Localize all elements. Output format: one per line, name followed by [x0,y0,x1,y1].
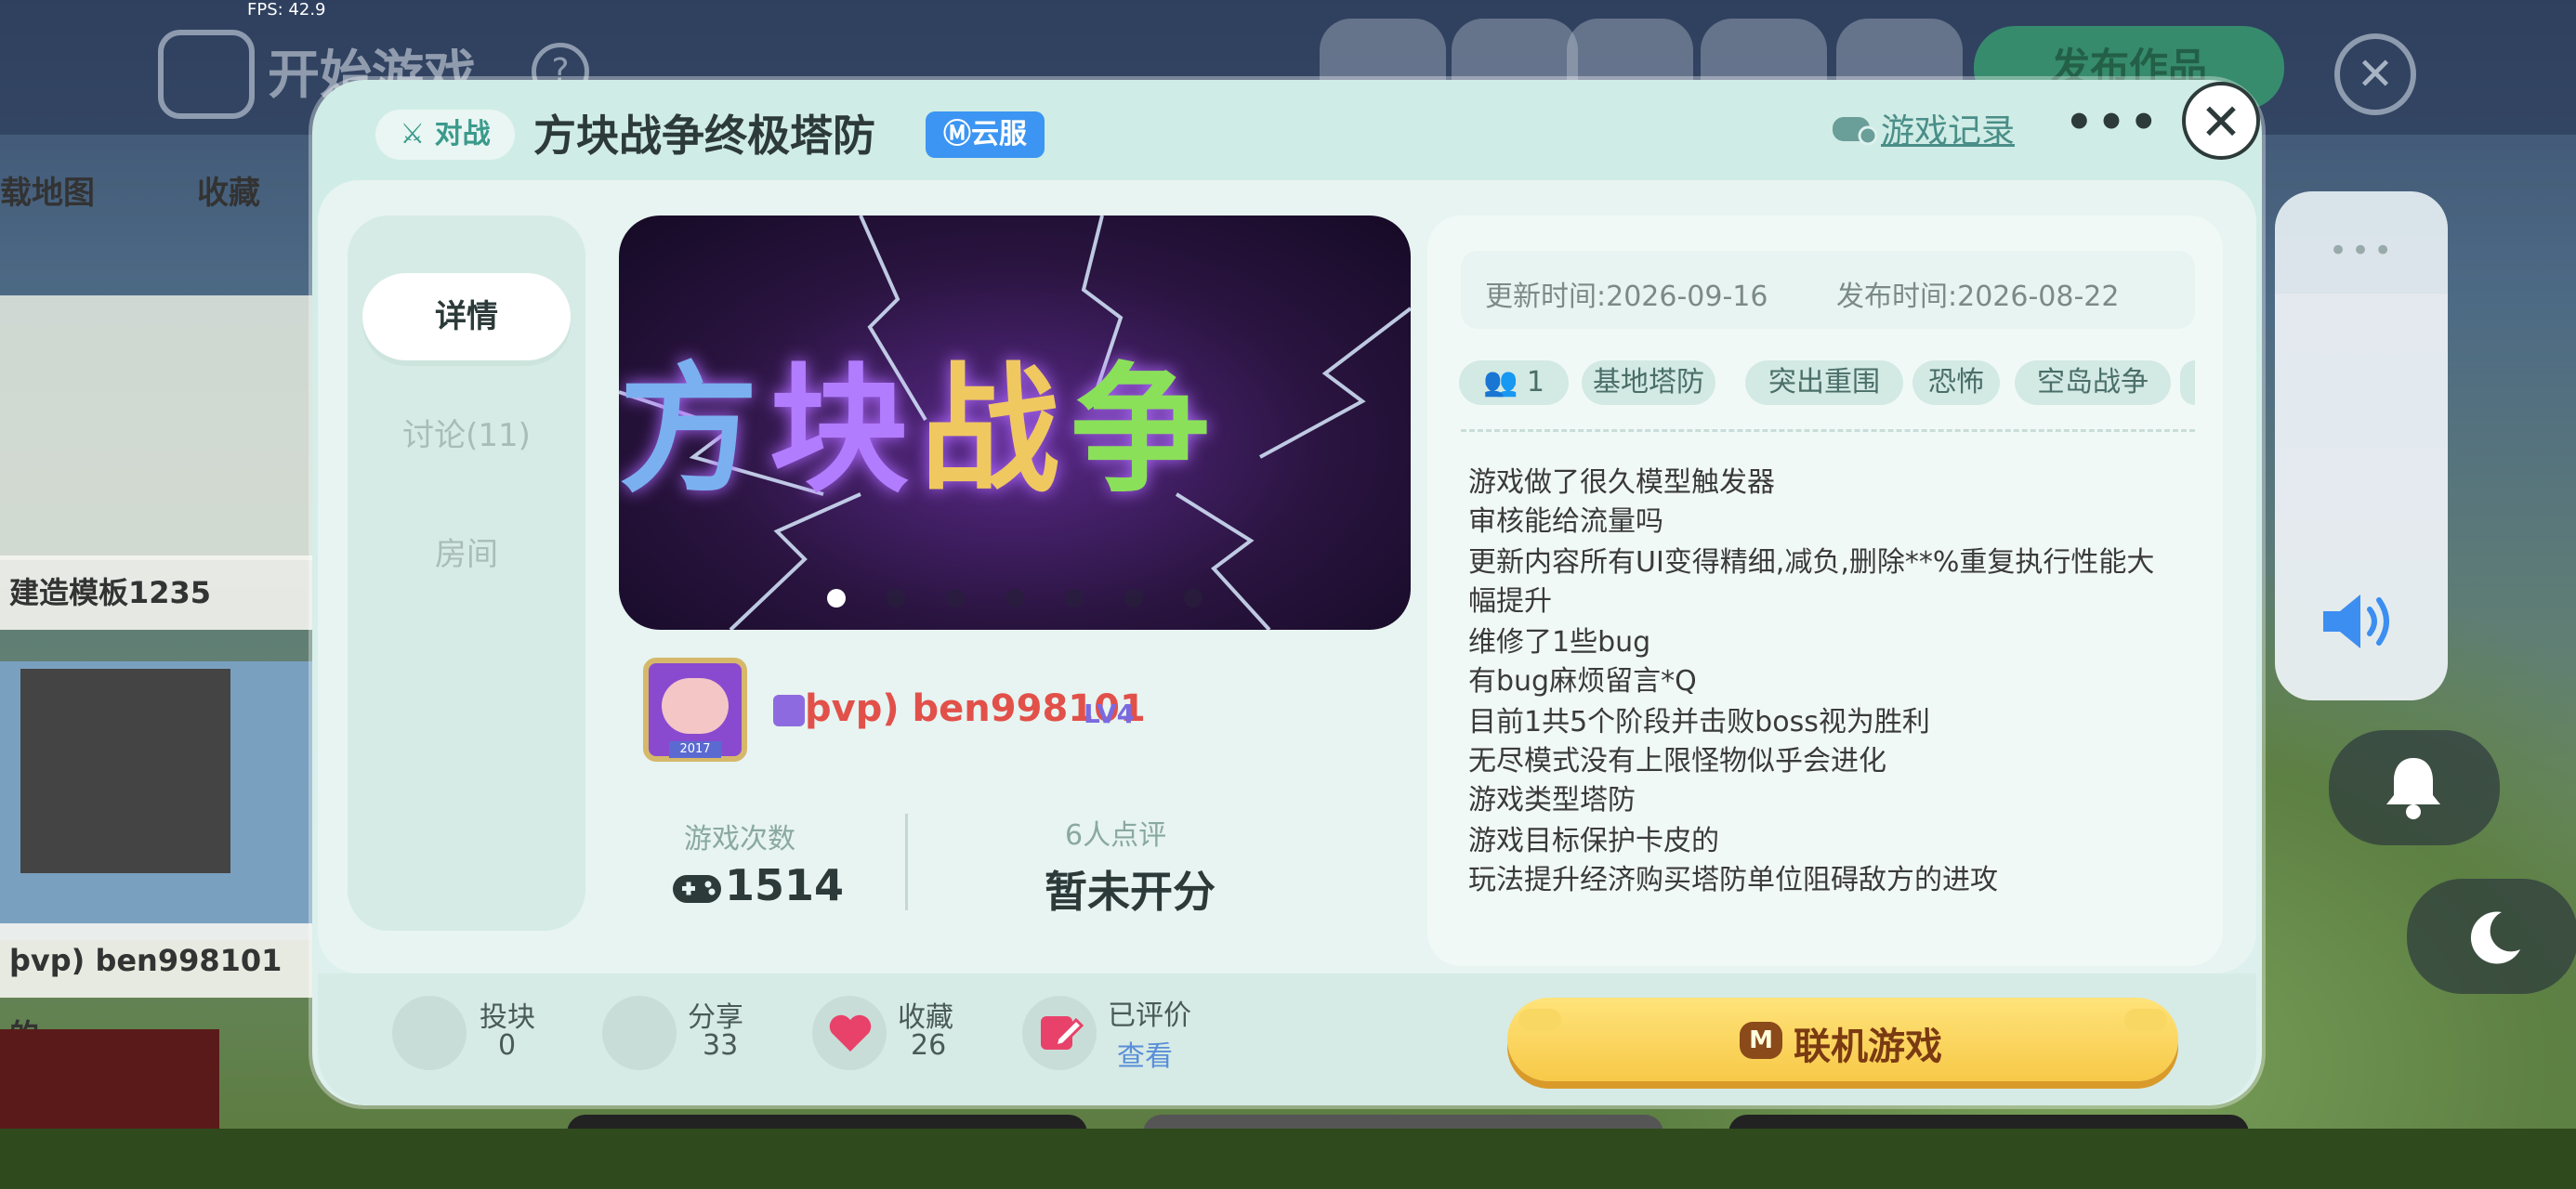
banner-char: 块 [769,350,921,512]
carousel-dot[interactable] [1005,589,1024,608]
description-line: 无尽模式没有上限怪物似乎会进化 [1468,745,1886,777]
background-tab-maps[interactable]: 载地图 [0,167,95,213]
multiplayer-play-label: 联机游戏 [1794,1026,1942,1068]
share-value: 33 [703,1029,739,1062]
cloud-server-badge: Ⓜ云服 [926,111,1045,158]
cloud-badge-label: 云服 [971,118,1027,150]
background-close-icon[interactable]: ✕ [2334,33,2416,115]
background-tab-favorites[interactable]: 收藏 [197,167,260,213]
rating-count-label: 6人点评 [1065,819,1167,852]
game-banner[interactable]: 方块战争 [619,216,1411,630]
description-line: 目前1共5个阶段并击败boss视为胜利 [1468,706,1930,738]
view-rating-link[interactable]: 查看 [1117,1033,1173,1074]
volume-icon[interactable] [2320,589,2403,654]
banner-char: 战 [920,350,1071,512]
description-line: 玩法提升经济购买塔防单位阻碍敌方的进攻 [1468,864,1998,896]
description-line: 有bug麻烦留言*Q [1468,665,1697,698]
players-tag: 👥 1 [1459,360,1569,405]
rating-value: 暂未开分 [1045,867,1216,917]
update-time: 更新时间:2026-09-16 [1485,281,1768,313]
gamepad-icon [673,875,721,903]
background-card-thumbnail[interactable] [0,295,316,560]
description-line: 游戏目标保护卡皮的 [1468,825,1719,857]
mode-tag-label: 对战 [434,118,491,150]
genre-tag[interactable]: 恐怖 [1912,360,2000,405]
tab-rooms[interactable]: 房间 [362,511,571,598]
background-card-label: þvp) ben998101的... [0,923,316,1052]
genre-tag-overflow[interactable] [2180,360,2195,405]
banner-char: 争 [1071,350,1222,512]
heart-icon [829,1014,872,1052]
more-options-icon[interactable]: ••• [2065,97,2162,149]
genre-tag[interactable]: 突出重围 [1745,360,1903,405]
game-logo-icon [158,30,255,119]
description-line: 游戏类型塔防 [1468,784,1636,817]
author-m-icon [773,695,805,726]
avatar-year-badge: 2017 [669,741,721,758]
info-divider [1461,429,2195,432]
genre-tag[interactable]: 空岛战争 [2015,360,2171,405]
panel-handle-icon[interactable]: ••• [2329,232,2396,269]
button-decoration [2124,1009,2167,1031]
background-ground [0,1129,2576,1189]
game-record-link[interactable]: 游戏记录 [1881,104,2015,152]
game-title: 方块战争终极塔防 [533,111,875,161]
plays-value: 1514 [725,860,845,910]
players-count: 1 [1526,366,1544,399]
carousel-dot[interactable] [1065,589,1084,608]
bell-icon [2386,758,2440,819]
rate-pencil-icon [1041,1016,1084,1050]
cube-icon[interactable] [392,996,467,1070]
cloud-m-icon: Ⓜ [943,118,971,150]
banner-char: 方 [619,350,770,512]
description-line: 游戏做了很久模型触发器 [1468,466,1775,499]
background-card-label: 建造模板1235 [0,555,316,630]
moon-icon [2470,911,2520,964]
author-level-badge: LV4 [1084,699,1136,729]
stats-divider [905,814,908,910]
plays-label: 游戏次数 [684,823,795,856]
carousel-dot[interactable] [887,589,905,608]
description-line: 幅提升 [1468,585,1552,618]
banner-title-art: 方块战争 [619,318,1411,519]
button-decoration [1518,1009,1561,1031]
background-card-image [20,669,230,873]
gamepad-record-icon [1833,117,1877,145]
description-line: 审核能给流量吗 [1468,505,1663,538]
mode-tag: ⚔ 对战 [375,110,515,160]
favorite-value: 26 [911,1029,947,1062]
description-line: 维修了1些bug [1468,626,1651,659]
publish-time: 发布时间:2026-08-22 [1836,281,2120,313]
block-value: 0 [498,1029,517,1062]
carousel-dot[interactable] [946,589,965,608]
tab-details[interactable]: 详情 [362,273,571,360]
share-icon[interactable] [602,996,677,1070]
multiplayer-m-icon: M [1740,1022,1782,1059]
genre-tag[interactable]: 基地塔防 [1582,360,1715,405]
tab-discussion[interactable]: 讨论(11) [362,392,571,479]
carousel-dot[interactable] [1124,589,1143,608]
description-line: 更新内容所有UI变得精细,减负,删除**%重复执行性能大 [1468,546,2155,579]
rated-label: 已评价 [1108,1000,1191,1032]
players-icon: 👥 [1483,366,1527,399]
background-card-image [0,1029,219,1141]
carousel-dot[interactable] [827,589,846,608]
fps-counter: FPS: 42.9 [247,0,326,20]
avatar-face-icon [662,678,729,734]
sword-icon: ⚔ [400,118,435,150]
carousel-dot[interactable] [1184,589,1203,608]
close-modal-button[interactable]: ✕ [2182,82,2260,160]
